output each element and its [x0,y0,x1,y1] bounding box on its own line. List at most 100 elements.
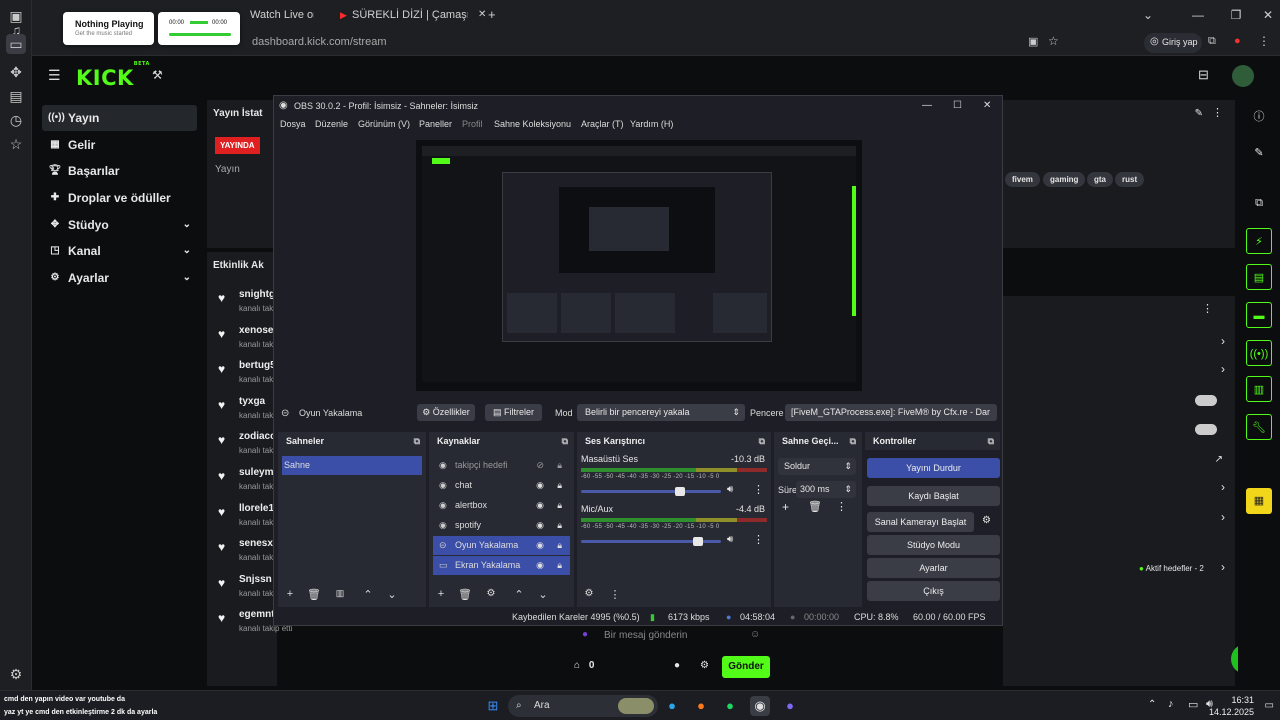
chevron-right-icon[interactable]: › [1221,334,1225,348]
signin-button[interactable]: ◎ Giriş yap [1144,33,1202,53]
nav-ayarlar[interactable]: ⚙ Ayarlar ⌄ [42,265,197,291]
filter-icon[interactable]: ▥ [332,588,348,599]
source-item[interactable]: ▭ Ekran Yakalama ◉ 🔒︎ [433,556,570,575]
move-down-icon[interactable]: ⌄ [384,588,400,601]
lock-icon[interactable]: 🔒︎ [557,556,562,575]
list-icon[interactable]: ▤ [1246,264,1272,290]
chevron-right-icon[interactable]: › [1221,362,1225,376]
menu-sahne-koleksiyonu[interactable]: Sahne Koleksiyonu [494,119,571,129]
add-icon[interactable]: + [282,588,298,600]
volume-knob[interactable] [692,537,703,546]
pencil-icon[interactable]: ✎ [1246,140,1272,166]
menu-gorunum[interactable]: Görünüm (V) [358,119,410,129]
source-item[interactable]: ◉ alertbox ◉ 🔒︎ [433,496,570,515]
properties-button[interactable]: ⚙ Özellikler [417,404,475,421]
music-progress-widget[interactable]: 00:00 00:00 [158,12,240,45]
nav-basarilar[interactable]: 🏆︎ Başarılar [42,158,197,184]
delete-icon[interactable]: 🗑︎ [457,588,473,601]
lightning-icon[interactable]: ⚡︎ [1246,228,1272,254]
music-widget[interactable]: Nothing Playing Get the music started [63,12,154,45]
undock-icon[interactable]: ⧉ [759,432,765,450]
more-options-icon[interactable]: ⋮ [836,500,847,513]
nav-yayin[interactable]: ((•)) Yayın [42,105,197,131]
undock-icon[interactable]: ⧉ [850,432,856,450]
tag-fivem[interactable]: fivem [1005,172,1040,187]
clapper-icon[interactable]: ▦ [1246,488,1272,514]
eye-icon[interactable]: ◉ [536,556,544,575]
kick-logo[interactable]: KICKBETA [76,61,150,90]
send-button[interactable]: Gönder [722,656,770,678]
volume-slider[interactable] [581,537,721,546]
studio-mode-button[interactable]: Stüdyo Modu [867,535,1000,555]
mode-select[interactable]: Belirli bir pencereyi yakala ⇕ [577,404,745,421]
start-recording-button[interactable]: Kaydı Başlat [867,486,1000,506]
menu-araclar[interactable]: Araçlar (T) [581,119,624,129]
active-goals[interactable]: ● Aktif hedefler - 2 [1139,564,1204,573]
menu-dosya[interactable]: Dosya [280,119,306,129]
browser-menu-icon[interactable]: ⋮ [1258,34,1270,48]
menu-yardim[interactable]: Yardım (H) [630,119,673,129]
music-progress-bar[interactable] [169,33,231,36]
obs-maximize-icon[interactable]: ☐ [953,96,962,116]
chat-bubble-icon[interactable]: ● [674,660,680,671]
activity-item[interactable]: ♥ egemnt kanalı takip etti [218,609,292,639]
nav-droplar[interactable]: ✚ Droplar ve ödüller [42,185,197,211]
edit-pencil-icon[interactable]: ✎ [1195,108,1203,119]
network-icon[interactable]: ▭ [1188,698,1198,711]
layout-icon[interactable]: ⧉ [1246,190,1272,216]
obs-close-icon[interactable]: ✕ [983,96,991,116]
eye-hidden-icon[interactable]: ⊘ [536,456,544,475]
favorites-icon[interactable]: ☆ [6,134,26,154]
clock[interactable]: 16:31 14.12.2025 [1209,694,1254,718]
add-icon[interactable]: + [433,588,449,600]
firefox-icon[interactable]: ● [691,696,711,716]
undock-icon[interactable]: ⧉ [988,432,994,450]
chat-bubble-icon[interactable]: ▬ [1246,302,1272,328]
bookmark-star-icon[interactable]: ☆ [1048,34,1059,48]
chevron-right-icon[interactable]: › [1221,480,1225,494]
lock-icon[interactable]: 🔒︎ [557,476,562,495]
windows-start-icon[interactable]: ⊞ [483,696,503,716]
menu-duzenle[interactable]: Düzenle [315,119,348,129]
menu-paneller[interactable]: Paneller [419,119,452,129]
speaker-icon[interactable]: 🔊︎ [727,484,733,495]
speaker-icon[interactable]: 🔊︎ [727,534,733,545]
search-box[interactable]: ⌕ Ara [508,695,658,717]
filters-button[interactable]: ▤ Filtreler [485,404,542,421]
emoji-icon[interactable]: ☺ [750,629,760,640]
toggle-switch[interactable] [1195,395,1217,406]
nav-gelir[interactable]: ▦ Gelir [42,132,197,158]
activity-item[interactable]: ♥ Snjssn kanalı tak [218,574,278,604]
activity-item[interactable]: ♥ tyxga kanalı tak [218,396,278,426]
edge-icon[interactable]: ● [662,696,682,716]
lock-icon[interactable]: 🔒︎ [557,496,562,515]
eye-icon[interactable]: ◉ [536,476,544,495]
info-icon[interactable]: ⓘ [1246,104,1272,130]
new-tab-icon[interactable]: + [488,4,502,26]
settings-gear-icon[interactable]: ⚙ [6,664,26,684]
tag-gaming[interactable]: gaming [1043,172,1086,187]
wrench-icon[interactable]: 🔧︎ [1246,414,1272,440]
transition-select[interactable]: Soldur ⇕ [778,458,856,475]
move-up-icon[interactable]: ⌃ [360,588,376,601]
avatar[interactable] [1232,65,1254,87]
discord-icon[interactable]: ● [780,696,800,716]
spotify-icon[interactable]: ● [720,696,740,716]
reader-icon[interactable]: ▣ [1028,35,1038,48]
lock-icon[interactable]: 🔒︎ [557,516,562,535]
external-link-icon[interactable]: ↗ [1215,454,1223,465]
volume-slider[interactable] [581,487,721,496]
eye-icon[interactable]: ◉ [536,516,544,535]
toggle-switch[interactable] [1195,424,1217,435]
gamepad-header-icon[interactable]: ⊟ [1198,67,1209,83]
broadcast-icon[interactable]: ((•)) [1246,340,1272,366]
activity-item[interactable]: ♥ zodiacc kanalı tak [218,431,278,461]
exit-button[interactable]: Çıkış [867,581,1000,601]
chevron-right-icon[interactable]: › [1221,510,1225,524]
scene-item[interactable]: Sahne [282,456,422,475]
close-window-icon[interactable]: ✕ [1248,0,1280,30]
activity-item[interactable]: ♥ snightg kanalı tak [218,289,278,319]
chevron-up-icon[interactable]: ⌃ [1148,699,1156,710]
tag-rust[interactable]: rust [1115,172,1145,187]
source-item[interactable]: ◉ takipçi hedefi ⊘ 🔒︎ [433,456,570,475]
